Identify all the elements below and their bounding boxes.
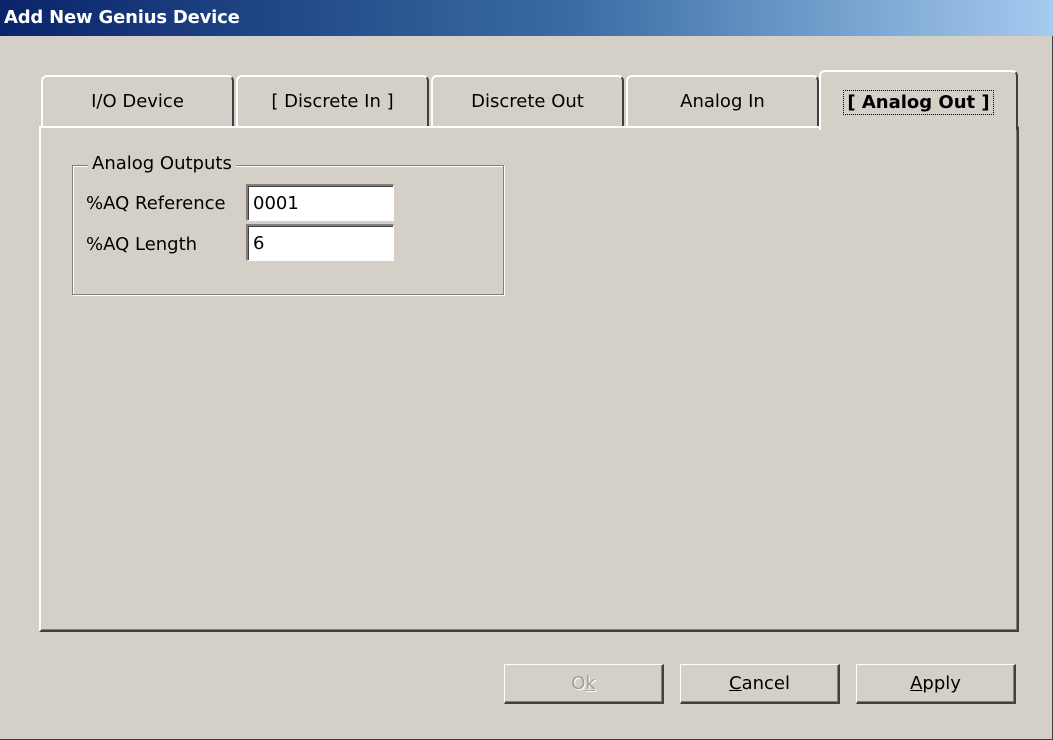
ok-button[interactable]: Ok [504,664,664,704]
title-bar[interactable]: Add New Genius Device [0,0,1053,36]
cancel-button[interactable]: Cancel [680,664,840,704]
cancel-label-rest: ancel [741,673,790,694]
tab-label: I/O Device [91,91,184,112]
ok-label-mnemonic: k [585,673,596,694]
tab-label: Analog In [680,91,765,112]
aq-length-input[interactable] [246,224,394,261]
apply-label-rest: pply [922,673,961,694]
ok-label-prefix: O [571,673,586,694]
tab-label: [ Discrete In ] [271,91,394,112]
cancel-label-mnemonic: C [729,673,742,694]
aq-reference-input[interactable] [246,184,394,221]
add-genius-device-dialog: Add New Genius Device I/O Device [ Discr… [0,0,1053,740]
tab-io-device[interactable]: I/O Device [41,75,234,128]
window-title: Add New Genius Device [4,7,240,28]
tab-label: [ Analog Out ] [843,90,994,115]
tab-discrete-out[interactable]: Discrete Out [431,75,624,128]
group-title: Analog Outputs [88,153,236,174]
tab-analog-out[interactable]: [ Analog Out ] [819,70,1018,130]
tab-analog-in[interactable]: Analog In [626,75,819,128]
aq-length-label: %AQ Length [86,234,198,255]
aq-reference-label: %AQ Reference [86,193,226,214]
tab-label: Discrete Out [471,91,584,112]
apply-label-mnemonic: A [910,673,923,694]
tab-discrete-in[interactable]: [ Discrete In ] [236,75,429,128]
apply-button[interactable]: Apply [856,664,1016,704]
